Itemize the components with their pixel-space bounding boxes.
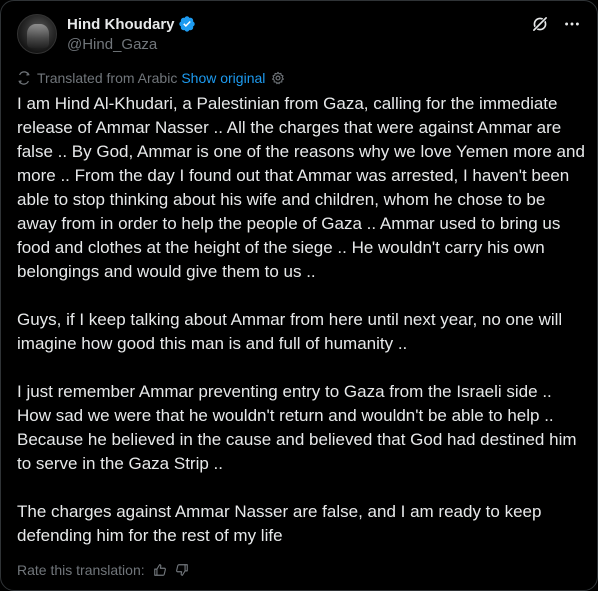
name-row: Hind Khoudary: [67, 14, 196, 34]
thumbs-up-icon[interactable]: [153, 563, 167, 577]
tweet-text: I am Hind Al-Khudari, a Palestinian from…: [17, 92, 587, 548]
rate-translation: Rate this translation:: [17, 562, 189, 578]
tweet-paragraph: I just remember Ammar preventing entry t…: [17, 382, 577, 473]
translation-notice: Translated from Arabic Show original: [17, 70, 285, 86]
tweet-paragraph: Guys, if I keep talking about Ammar from…: [17, 310, 563, 353]
translate-icon: [17, 71, 31, 85]
tweet-paragraph: The charges against Ammar Nasser are fal…: [17, 502, 542, 545]
thumbs-down-icon[interactable]: [175, 563, 189, 577]
display-name[interactable]: Hind Khoudary: [67, 16, 175, 33]
translated-label: Translated from Arabic: [37, 70, 178, 86]
header-actions: [531, 14, 581, 33]
handle[interactable]: @Hind_Gaza: [67, 36, 196, 53]
rate-label: Rate this translation:: [17, 562, 145, 578]
gear-icon[interactable]: [271, 71, 285, 85]
show-original-link[interactable]: Show original: [181, 70, 265, 86]
avatar[interactable]: [17, 14, 57, 54]
tweet-paragraph: I am Hind Al-Khudari, a Palestinian from…: [17, 94, 585, 281]
post-header: Hind Khoudary @Hind_Gaza: [17, 14, 581, 54]
more-icon[interactable]: [563, 15, 581, 33]
grok-icon[interactable]: [531, 15, 549, 33]
post-card: Hind Khoudary @Hind_Gaza Translated from…: [0, 0, 598, 591]
author-info: Hind Khoudary @Hind_Gaza: [67, 14, 196, 53]
verified-badge-icon[interactable]: [178, 15, 196, 33]
